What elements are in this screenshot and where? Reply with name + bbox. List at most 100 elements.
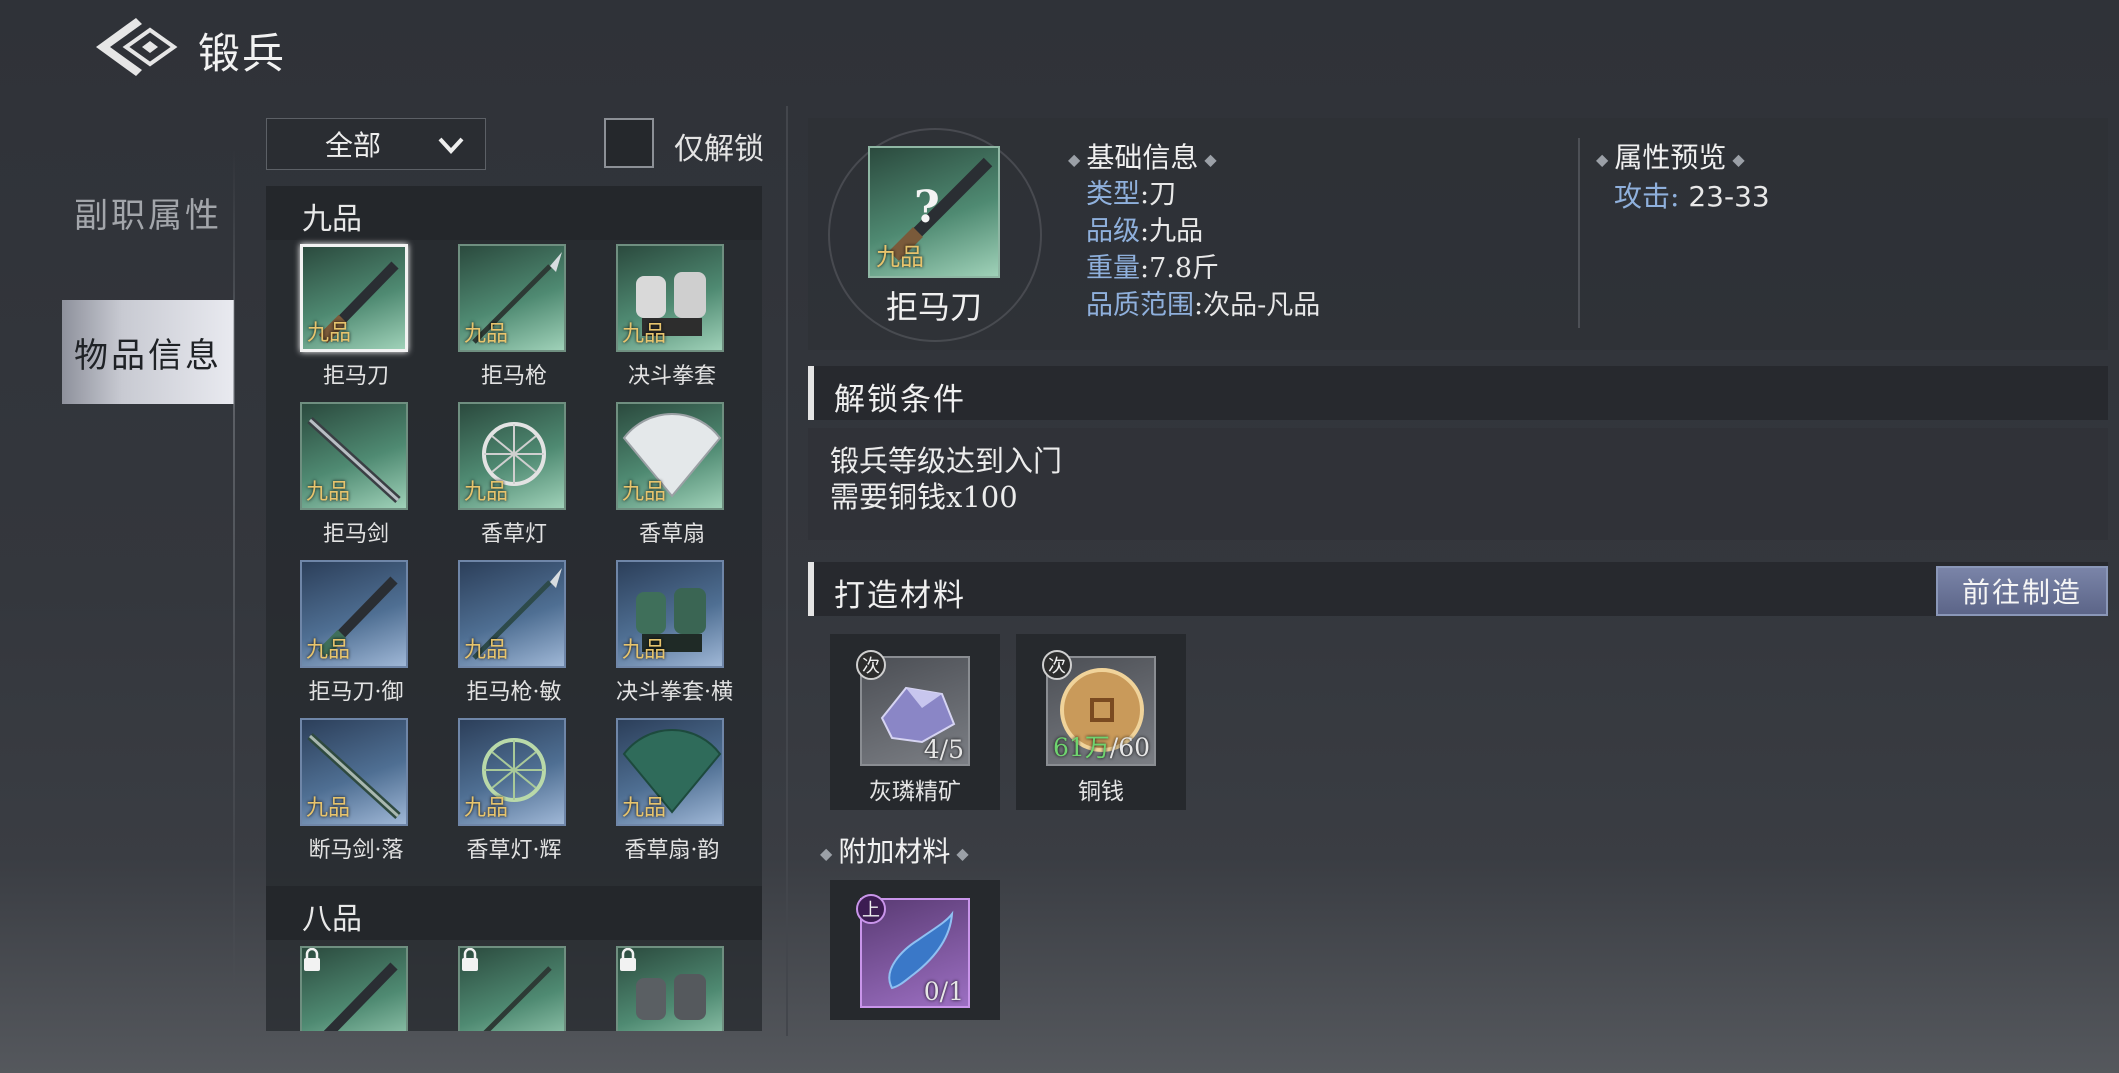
grade-tag: 九品 (876, 243, 924, 271)
item-name: 拒马枪 (480, 364, 547, 389)
item-tile[interactable]: 九品 香草灯·辉 (458, 718, 570, 864)
grade-value: :九品 (1140, 216, 1204, 247)
unknown-mark: ? (914, 182, 940, 233)
item-tile[interactable]: 九品 香草扇·韵 (616, 718, 728, 864)
item-name: 断马剑·落 (308, 838, 404, 863)
item-tile[interactable]: 九品 决斗拳套 (616, 244, 728, 390)
item-icon: 九品 (616, 560, 724, 668)
item-icon: 九品 (458, 560, 566, 668)
material-card[interactable]: 4/5 次 灰璘精矿 (830, 634, 1000, 810)
section-accent (808, 562, 814, 616)
lock-icon (304, 948, 320, 971)
item-icon: 九品 (458, 244, 566, 352)
back-button[interactable] (92, 14, 184, 80)
selected-item-icon: ? 九品 (868, 146, 1000, 278)
tab-divider (233, 150, 235, 990)
item-icon: 九品 (300, 718, 408, 826)
item-icon: 九品 (616, 718, 724, 826)
item-tile[interactable]: 九品 拒马刀 (300, 244, 412, 390)
group-label: 八品 (302, 902, 362, 937)
material-count: 0/1 (923, 977, 964, 1006)
grade-tag: 九品 (306, 638, 351, 663)
item-tile[interactable]: 九品 拒马枪 (458, 244, 570, 390)
quality-row: 品质范围:次品-凡品 (1086, 287, 1320, 324)
unlocked-only-checkbox[interactable] (604, 118, 654, 168)
item-tile-locked[interactable] (616, 946, 728, 1031)
material-need: /5 (939, 735, 964, 764)
grade-tag: 九品 (622, 796, 667, 821)
item-icon: 九品 (458, 402, 566, 510)
item-tile[interactable]: 九品 香草扇 (616, 402, 728, 548)
item-name: 拒马刀·御 (308, 680, 404, 705)
item-icon: 九品 (300, 402, 408, 510)
group-header-8: 八品 (266, 886, 762, 940)
item-tile[interactable]: 九品 拒马刀·御 (300, 560, 412, 706)
attack-value: 23-33 (1688, 180, 1770, 213)
item-icon: 九品 (616, 402, 724, 510)
grade-label: 品级 (1086, 216, 1140, 247)
grade-tag: 九品 (464, 796, 509, 821)
category-dropdown[interactable]: 全部 (266, 118, 486, 170)
grade-tag: 九品 (464, 322, 509, 347)
grade-row: 品级:九品 (1086, 213, 1320, 250)
item-tile[interactable]: 九品 断马剑·落 (300, 718, 412, 864)
extra-materials-heading: ◆ 附加材料 ◆ (814, 830, 975, 870)
type-label: 类型 (1086, 179, 1140, 210)
diamond-icon: ◆ (1204, 150, 1217, 169)
item-name: 香草扇 (638, 522, 705, 547)
item-tile-locked[interactable] (458, 946, 570, 1031)
tab-item-info[interactable]: 物品信息 (62, 300, 234, 404)
grade-tag: 九品 (622, 638, 667, 663)
item-name: 决斗拳套 (627, 364, 716, 389)
info-separator (1578, 138, 1580, 328)
grade-tag: 九品 (622, 480, 667, 505)
grade-tag: 九品 (464, 638, 509, 663)
weight-row: 重量:7.8斤 (1086, 250, 1320, 287)
material-have: 4 (923, 735, 940, 764)
item-tile[interactable]: 九品 香草灯 (458, 402, 570, 548)
quality-badge: 次 (856, 650, 886, 680)
material-count: 61万/60 (1053, 728, 1150, 764)
group-header-9: 九品 (266, 186, 762, 240)
attr-preview-title: 属性预览 (1614, 141, 1727, 174)
item-icon: 九品 (300, 560, 408, 668)
group-label: 九品 (302, 202, 362, 237)
item-tile[interactable]: 九品 决斗拳套·横 (616, 560, 733, 706)
attack-label: 攻击: (1614, 180, 1680, 213)
item-icon (458, 946, 566, 1031)
chevron-down-icon (438, 137, 464, 154)
material-name: 铜钱 (1078, 779, 1124, 805)
panel-divider (786, 106, 788, 1036)
diamond-icon: ◆ (1596, 150, 1609, 169)
material-name: 灰璘精矿 (869, 779, 961, 805)
grade-tag: 九品 (306, 796, 351, 821)
item-icon: 九品 (300, 244, 408, 352)
page-title: 锻兵 (198, 29, 287, 78)
item-name: 拒马刀 (322, 364, 389, 389)
grade-tag: 九品 (464, 480, 509, 505)
item-list-panel[interactable]: 九品 九品 拒马刀 九品 拒马枪 九品 决斗拳套 九品 拒马剑 九品 香草灯 九… (266, 186, 762, 1031)
extra-material-card[interactable]: 0/1 上 (830, 880, 1000, 1020)
item-name: 香草灯·辉 (466, 838, 562, 863)
basic-info-list: 类型:刀 品级:九品 重量:7.8斤 品质范围:次品-凡品 (1086, 176, 1320, 324)
lock-icon (462, 948, 478, 971)
material-card[interactable]: 61万/60 次 铜钱 (1016, 634, 1186, 810)
grade-tag: 九品 (306, 480, 351, 505)
item-icon: 九品 (616, 244, 724, 352)
item-tile-locked[interactable] (300, 946, 412, 1031)
basic-info-heading: ◆ 基础信息 ◆ (1062, 136, 1223, 176)
item-tile[interactable]: 九品 拒马枪·敏 (458, 560, 570, 706)
diamond-icon: ◆ (1732, 150, 1745, 169)
unlock-title: 解锁条件 (834, 382, 966, 418)
item-name: 拒马枪·敏 (466, 680, 562, 705)
tab-sub-attributes[interactable]: 副职属性 (62, 160, 234, 264)
item-icon (616, 946, 724, 1031)
unlocked-only-label: 仅解锁 (674, 132, 764, 167)
item-tile[interactable]: 九品 拒马剑 (300, 402, 412, 548)
item-name: 决斗拳套·横 (616, 680, 733, 705)
diamond-icon: ◆ (956, 844, 969, 863)
extra-materials-title: 附加材料 (838, 835, 951, 868)
goto-craft-button[interactable]: 前往制造 (1936, 566, 2108, 616)
item-name: 拒马剑 (322, 522, 389, 547)
type-row: 类型:刀 (1086, 176, 1320, 213)
